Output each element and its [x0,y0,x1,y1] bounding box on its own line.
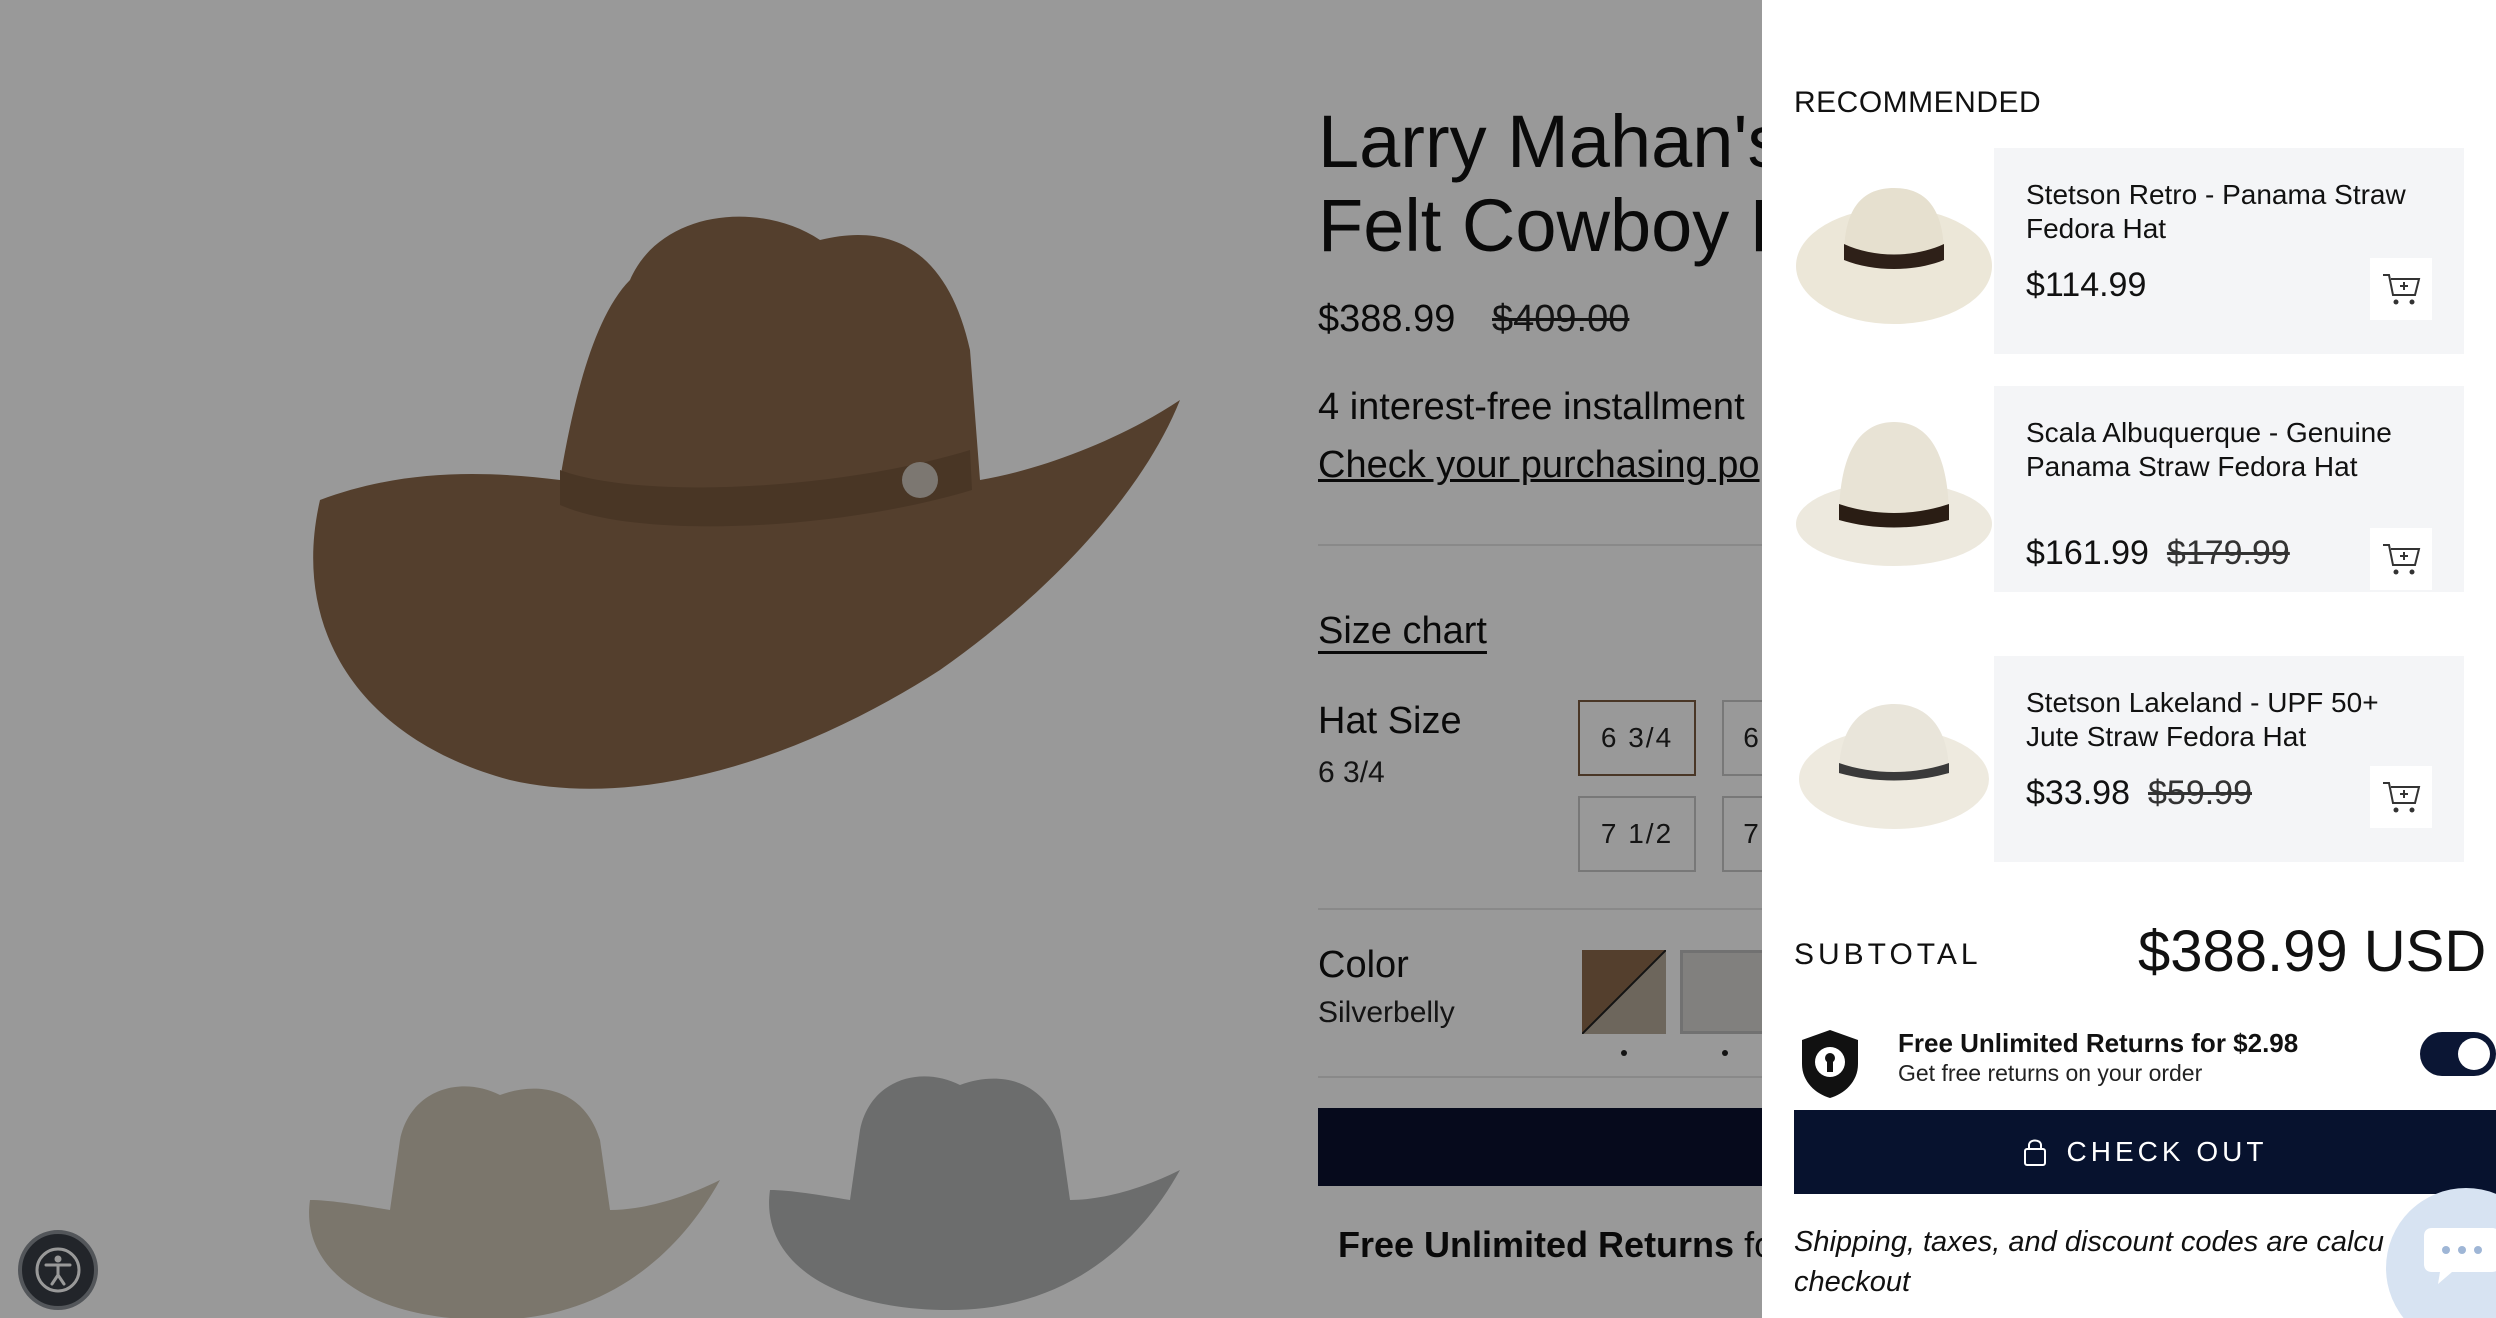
recommended-item[interactable]: Stetson Lakeland - UPF 50+ Jute Straw Fe… [1794,656,2464,862]
add-to-cart-icon [2383,782,2421,813]
recommended-item-name[interactable]: Scala Albuquerque - Genuine Panama Straw… [2026,416,2406,484]
recommended-item-name[interactable]: Stetson Retro - Panama Straw Fedora Hat [2026,178,2406,246]
lock-icon [2023,1139,2046,1166]
add-recommended-button[interactable] [2370,766,2432,828]
recommended-item-price: $114.99 [2026,266,2147,304]
returns-subtitle: Get free returns on your order [1898,1060,2203,1086]
modal-overlay[interactable] [0,0,1762,1318]
add-recommended-button[interactable] [2370,258,2432,320]
checkout-label: CHECK OUT [2066,1136,2268,1167]
checkout-button[interactable]: CHECK OUT [1794,1110,2496,1194]
chat-button[interactable] [2386,1188,2496,1318]
toggle-knob [2458,1038,2490,1070]
add-to-cart-icon [2383,544,2421,575]
shipping-note: Shipping, taxes, and discount codes are … [1794,1226,2385,1298]
returns-toggle[interactable] [2420,1032,2496,1076]
subtotal-value: $388.99 USD [2138,919,2487,984]
add-to-cart-icon [2383,274,2421,305]
recommended-item-name[interactable]: Stetson Lakeland - UPF 50+ Jute Straw Fe… [2026,686,2406,754]
recommended-item[interactable]: Scala Albuquerque - Genuine Panama Straw… [1794,386,2464,592]
recommended-item-price: $33.98 $59.99 [2026,774,2252,812]
recommended-item-price: $161.99 $179.99 [2026,534,2290,572]
shield-icon [1802,1030,1858,1098]
recommended-item-card: Scala Albuquerque - Genuine Panama Straw… [1994,386,2464,592]
recommended-item-image[interactable] [1794,386,1994,592]
recommended-item-image[interactable] [1794,656,1994,862]
cart-drawer: RECOMMENDED Stetson Retro - Panama Straw… [1762,0,2496,1318]
recommended-item-card: Stetson Retro - Panama Straw Fedora Hat … [1994,148,2464,354]
returns-title: Free Unlimited Returns for $2.98 [1898,1028,2299,1058]
recommended-heading: RECOMMENDED [1794,86,2042,119]
chat-icon [2424,1228,2496,1284]
add-recommended-button[interactable] [2370,528,2432,590]
recommended-item-image[interactable] [1794,148,1994,354]
recommended-item-card: Stetson Lakeland - UPF 50+ Jute Straw Fe… [1994,656,2464,862]
subtotal-label: SUBTOTAL [1794,938,1982,971]
recommended-item[interactable]: Stetson Retro - Panama Straw Fedora Hat … [1794,148,2464,354]
